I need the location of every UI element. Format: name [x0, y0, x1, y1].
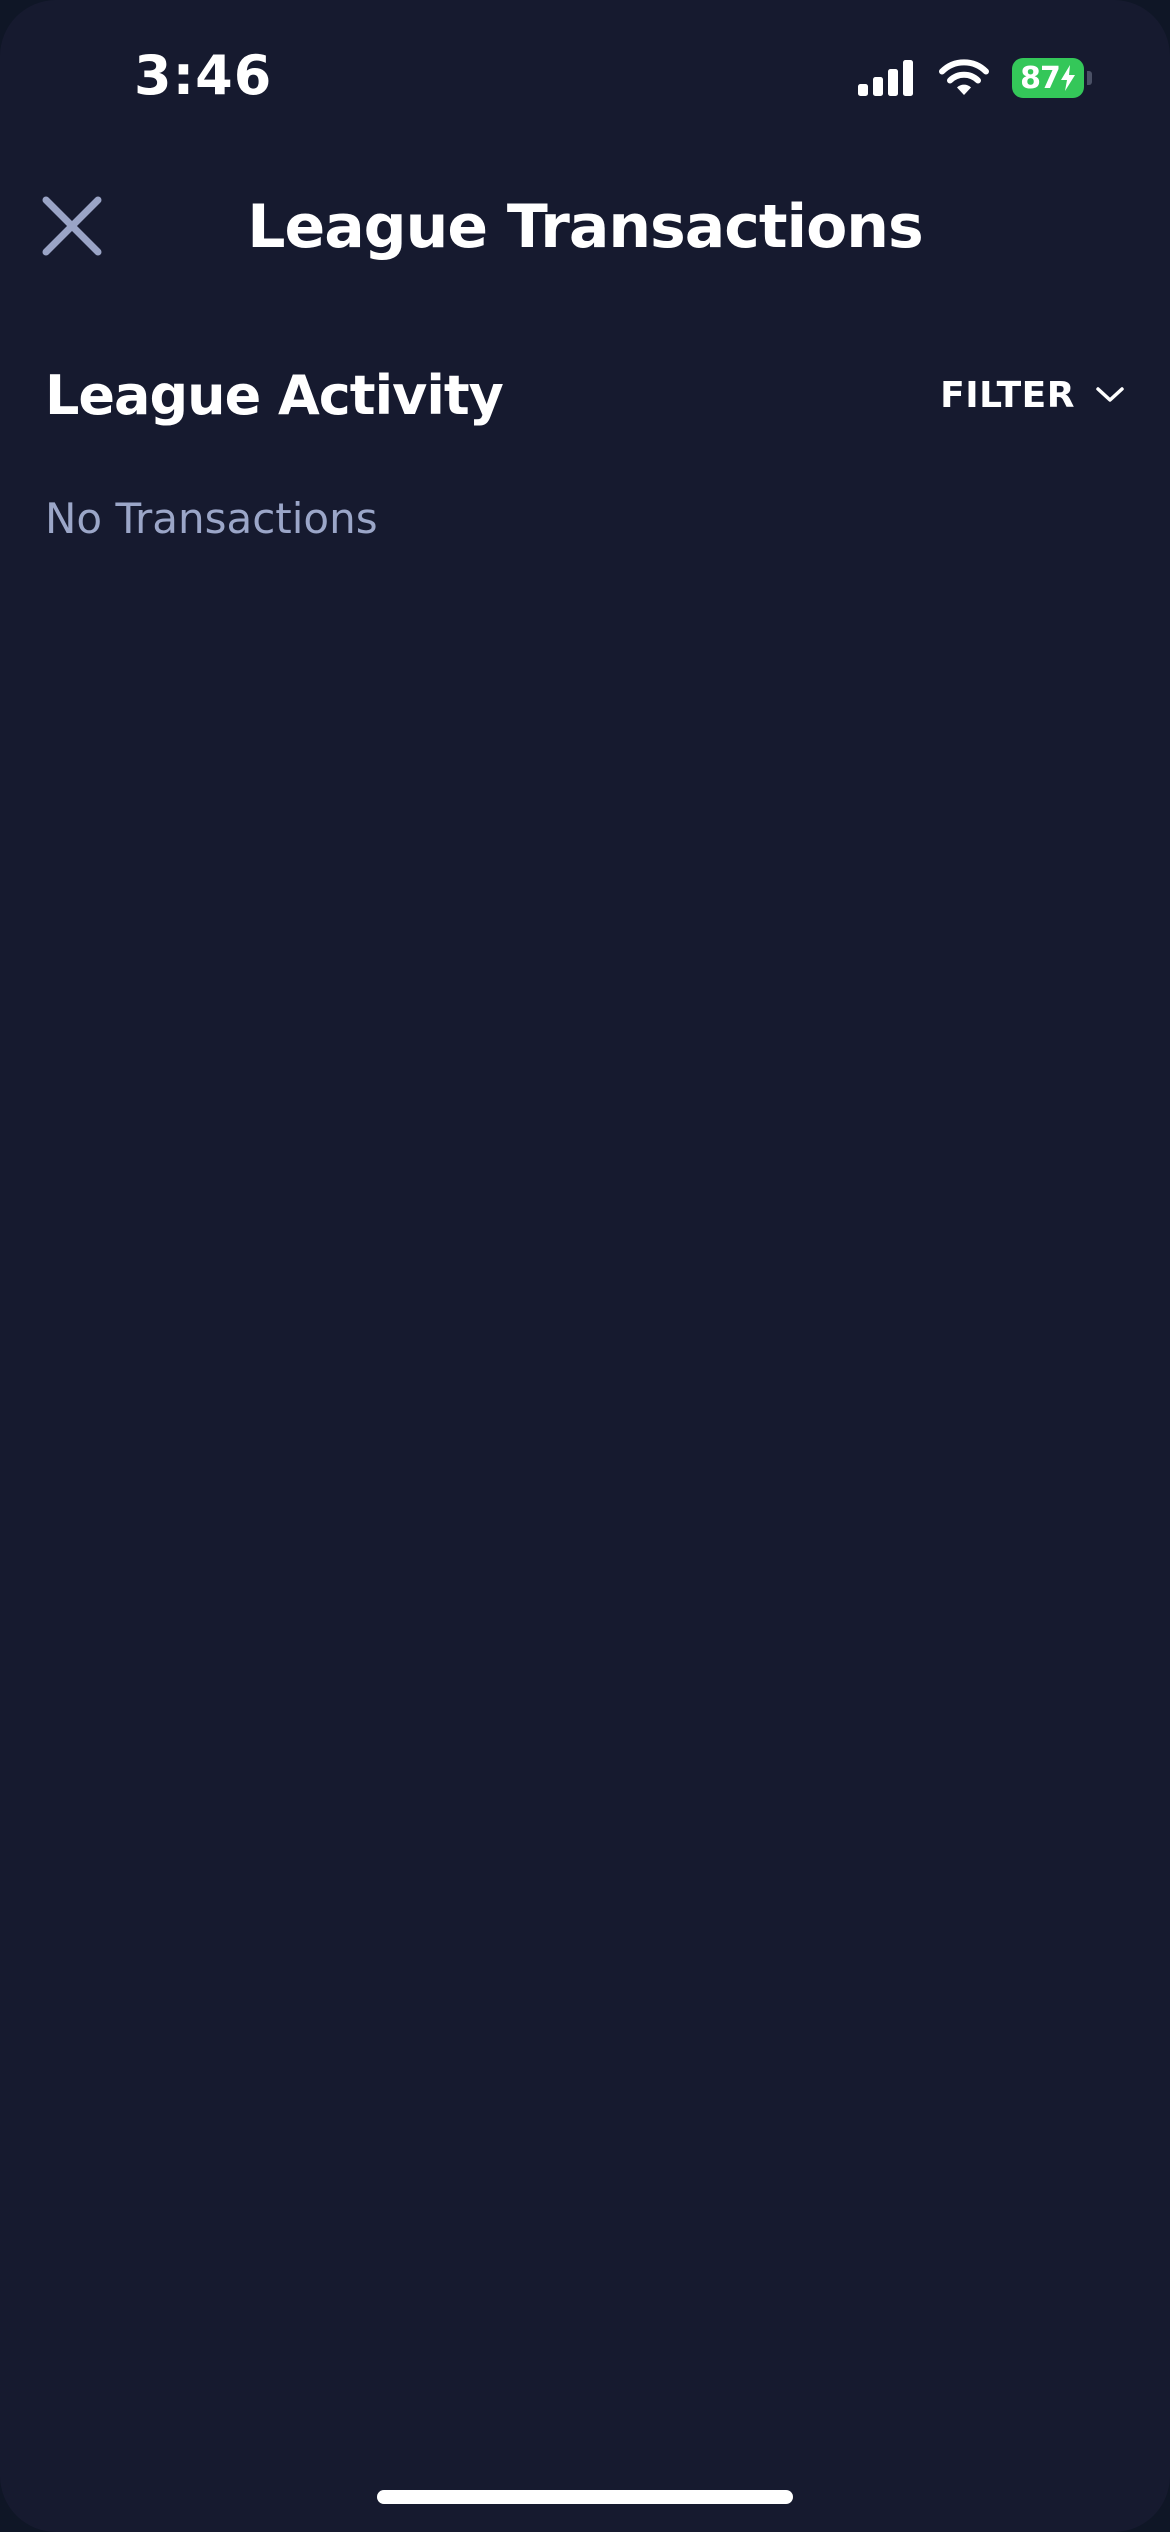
section-title: League Activity: [45, 363, 504, 427]
charging-bolt-icon: [1060, 65, 1075, 91]
battery-percent: 87: [1020, 60, 1061, 96]
filter-button[interactable]: FILTER: [940, 375, 1125, 416]
page-title: League Transactions: [247, 192, 923, 262]
status-time: 3:46: [134, 44, 273, 107]
battery-level: 87: [1012, 58, 1084, 98]
screen: 3:46 87 League Transactions League Activ…: [0, 0, 1170, 2532]
status-icons: 87: [858, 56, 1092, 100]
section-header: League Activity FILTER: [45, 358, 1125, 432]
battery-cap: [1087, 71, 1092, 85]
chevron-down-icon: [1095, 385, 1125, 405]
home-indicator[interactable]: [377, 2490, 793, 2504]
filter-label: FILTER: [940, 374, 1075, 416]
wifi-icon: [938, 59, 990, 97]
battery-icon: 87: [1012, 57, 1092, 99]
empty-state-message: No Transactions: [45, 494, 378, 543]
status-bar: 3:46 87: [0, 0, 1170, 150]
header: League Transactions: [0, 170, 1170, 280]
signal-icon: [858, 60, 916, 96]
